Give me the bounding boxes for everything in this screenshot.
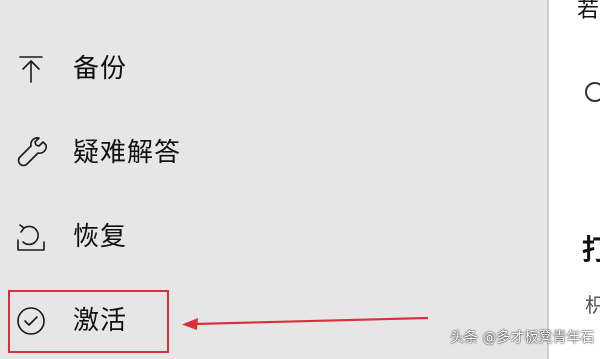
sidebar-item-recovery[interactable]: 恢复 xyxy=(0,201,547,273)
recovery-icon xyxy=(14,220,48,254)
sidebar-item-backup[interactable]: 备份 xyxy=(0,33,547,105)
sidebar-item-label: 恢复 xyxy=(73,222,128,252)
sidebar-item-label: 备份 xyxy=(73,54,128,84)
sidebar-item-label: 疑难解答 xyxy=(73,138,182,168)
settings-sidebar: 备份 疑难解答 恢复 激活 xyxy=(0,0,547,359)
content-top-text: 若 xyxy=(577,0,600,23)
content-small-text: 枳 xyxy=(585,293,600,317)
watermark-text: 头条 @多才板凳青年石 xyxy=(450,330,595,346)
content-heading: 打 xyxy=(582,233,600,266)
content-pane: 若 打 枳 xyxy=(549,0,600,359)
backup-arrow-up-icon xyxy=(14,52,48,86)
wrench-icon xyxy=(14,136,48,170)
annotation-highlight-box xyxy=(8,290,169,353)
annotation-arrow xyxy=(182,316,429,330)
radio-button[interactable] xyxy=(585,82,600,102)
sidebar-item-troubleshoot[interactable]: 疑难解答 xyxy=(0,117,547,189)
